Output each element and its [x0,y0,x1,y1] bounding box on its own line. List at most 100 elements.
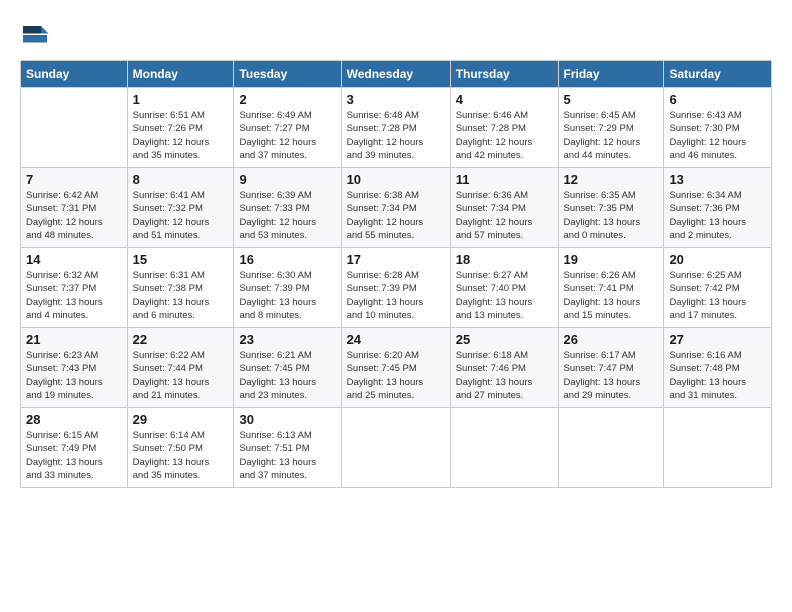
day-number: 20 [669,252,766,267]
calendar-col-header: Tuesday [234,61,341,88]
day-number: 10 [347,172,445,187]
day-info: Sunrise: 6:28 AM Sunset: 7:39 PM Dayligh… [347,269,445,322]
calendar-day-cell: 29Sunrise: 6:14 AM Sunset: 7:50 PM Dayli… [127,408,234,488]
calendar-day-cell: 6Sunrise: 6:43 AM Sunset: 7:30 PM Daylig… [664,88,772,168]
calendar-day-cell: 2 Sunrise: 6:49 AM Sunset: 7:27 PM Daylig… [234,88,341,168]
day-info: Sunrise: 6:48 AM Sunset: 7:28 PM Dayligh… [347,109,445,162]
day-number: 24 [347,332,445,347]
day-number: 22 [133,332,229,347]
calendar-day-cell [341,408,450,488]
calendar-day-cell: 13Sunrise: 6:34 AM Sunset: 7:36 PM Dayli… [664,168,772,248]
calendar-day-cell: 9 Sunrise: 6:39 AM Sunset: 7:33 PM Daylig… [234,168,341,248]
calendar-col-header: Sunday [21,61,128,88]
day-info: Sunrise: 6:35 AM Sunset: 7:35 PM Dayligh… [564,189,659,242]
day-number: 28 [26,412,122,427]
calendar-day-cell: 22 Sunrise: 6:22 AM Sunset: 7:44 PM Dayli… [127,328,234,408]
day-number: 3 [347,92,445,107]
day-info: Sunrise: 6:46 AM Sunset: 7:28 PM Dayligh… [456,109,553,162]
calendar-day-cell: 4 Sunrise: 6:46 AM Sunset: 7:28 PM Daylig… [450,88,558,168]
day-info: Sunrise: 6:13 AM Sunset: 7:51 PM Dayligh… [239,429,335,482]
calendar-day-cell: 15Sunrise: 6:31 AM Sunset: 7:38 PM Dayli… [127,248,234,328]
day-info: Sunrise: 6:25 AM Sunset: 7:42 PM Dayligh… [669,269,766,322]
calendar-day-cell: 5 Sunrise: 6:45 AM Sunset: 7:29 PM Daylig… [558,88,664,168]
day-number: 17 [347,252,445,267]
calendar-week-row: 1 Sunrise: 6:51 AM Sunset: 7:26 PM Daylig… [21,88,772,168]
day-info: Sunrise: 6:20 AM Sunset: 7:45 PM Dayligh… [347,349,445,402]
calendar-week-row: 14 Sunrise: 6:32 AM Sunset: 7:37 PM Dayli… [21,248,772,328]
day-number: 5 [564,92,659,107]
day-info: Sunrise: 6:41 AM Sunset: 7:32 PM Dayligh… [133,189,229,242]
day-info: Sunrise: 6:27 AM Sunset: 7:40 PM Dayligh… [456,269,553,322]
day-number: 23 [239,332,335,347]
day-number: 18 [456,252,553,267]
calendar-table: SundayMondayTuesdayWednesdayThursdayFrid… [20,60,772,488]
calendar-day-cell: 26 Sunrise: 6:17 AM Sunset: 7:47 PM Dayli… [558,328,664,408]
day-number: 11 [456,172,553,187]
calendar-day-cell: 20 Sunrise: 6:25 AM Sunset: 7:42 PM Dayli… [664,248,772,328]
calendar-day-cell [558,408,664,488]
calendar-day-cell: 24 Sunrise: 6:20 AM Sunset: 7:45 PM Dayli… [341,328,450,408]
calendar-body: 1 Sunrise: 6:51 AM Sunset: 7:26 PM Daylig… [21,88,772,488]
day-number: 9 [239,172,335,187]
calendar-day-cell: 21 Sunrise: 6:23 AM Sunset: 7:43 PM Dayli… [21,328,128,408]
calendar-day-cell: 12Sunrise: 6:35 AM Sunset: 7:35 PM Dayli… [558,168,664,248]
day-number: 26 [564,332,659,347]
day-info: Sunrise: 6:30 AM Sunset: 7:39 PM Dayligh… [239,269,335,322]
calendar-day-cell: 3 Sunrise: 6:48 AM Sunset: 7:28 PM Daylig… [341,88,450,168]
day-info: Sunrise: 6:21 AM Sunset: 7:45 PM Dayligh… [239,349,335,402]
day-info: Sunrise: 6:39 AM Sunset: 7:33 PM Dayligh… [239,189,335,242]
day-info: Sunrise: 6:18 AM Sunset: 7:46 PM Dayligh… [456,349,553,402]
page-header [20,20,772,50]
day-number: 8 [133,172,229,187]
day-number: 27 [669,332,766,347]
calendar-day-cell: 16Sunrise: 6:30 AM Sunset: 7:39 PM Dayli… [234,248,341,328]
calendar-week-row: 7 Sunrise: 6:42 AM Sunset: 7:31 PM Daylig… [21,168,772,248]
calendar-day-cell: 11 Sunrise: 6:36 AM Sunset: 7:34 PM Dayli… [450,168,558,248]
day-number: 4 [456,92,553,107]
day-info: Sunrise: 6:51 AM Sunset: 7:26 PM Dayligh… [133,109,229,162]
calendar-day-cell: 23 Sunrise: 6:21 AM Sunset: 7:45 PM Dayli… [234,328,341,408]
calendar-day-cell: 30 Sunrise: 6:13 AM Sunset: 7:51 PM Dayli… [234,408,341,488]
day-info: Sunrise: 6:42 AM Sunset: 7:31 PM Dayligh… [26,189,122,242]
day-number: 7 [26,172,122,187]
day-number: 30 [239,412,335,427]
day-number: 13 [669,172,766,187]
calendar-col-header: Monday [127,61,234,88]
day-number: 2 [239,92,335,107]
calendar-col-header: Saturday [664,61,772,88]
day-info: Sunrise: 6:32 AM Sunset: 7:37 PM Dayligh… [26,269,122,322]
calendar-day-cell: 19Sunrise: 6:26 AM Sunset: 7:41 PM Dayli… [558,248,664,328]
calendar-col-header: Thursday [450,61,558,88]
day-info: Sunrise: 6:31 AM Sunset: 7:38 PM Dayligh… [133,269,229,322]
day-info: Sunrise: 6:43 AM Sunset: 7:30 PM Dayligh… [669,109,766,162]
day-info: Sunrise: 6:45 AM Sunset: 7:29 PM Dayligh… [564,109,659,162]
calendar-day-cell: 14 Sunrise: 6:32 AM Sunset: 7:37 PM Dayli… [21,248,128,328]
day-info: Sunrise: 6:26 AM Sunset: 7:41 PM Dayligh… [564,269,659,322]
day-number: 25 [456,332,553,347]
calendar-col-header: Wednesday [341,61,450,88]
calendar-day-cell [21,88,128,168]
day-number: 29 [133,412,229,427]
calendar-day-cell: 18 Sunrise: 6:27 AM Sunset: 7:40 PM Dayli… [450,248,558,328]
day-info: Sunrise: 6:38 AM Sunset: 7:34 PM Dayligh… [347,189,445,242]
day-info: Sunrise: 6:23 AM Sunset: 7:43 PM Dayligh… [26,349,122,402]
calendar-day-cell: 7 Sunrise: 6:42 AM Sunset: 7:31 PM Daylig… [21,168,128,248]
calendar-day-cell: 10 Sunrise: 6:38 AM Sunset: 7:34 PM Dayli… [341,168,450,248]
calendar-day-cell: 27 Sunrise: 6:16 AM Sunset: 7:48 PM Dayli… [664,328,772,408]
day-number: 1 [133,92,229,107]
calendar-week-row: 28Sunrise: 6:15 AM Sunset: 7:49 PM Dayli… [21,408,772,488]
calendar-day-cell: 1 Sunrise: 6:51 AM Sunset: 7:26 PM Daylig… [127,88,234,168]
day-info: Sunrise: 6:16 AM Sunset: 7:48 PM Dayligh… [669,349,766,402]
day-info: Sunrise: 6:36 AM Sunset: 7:34 PM Dayligh… [456,189,553,242]
day-number: 21 [26,332,122,347]
day-info: Sunrise: 6:17 AM Sunset: 7:47 PM Dayligh… [564,349,659,402]
calendar-day-cell: 25 Sunrise: 6:18 AM Sunset: 7:46 PM Dayli… [450,328,558,408]
day-number: 14 [26,252,122,267]
calendar-day-cell: 28Sunrise: 6:15 AM Sunset: 7:49 PM Dayli… [21,408,128,488]
calendar-day-cell [664,408,772,488]
day-info: Sunrise: 6:22 AM Sunset: 7:44 PM Dayligh… [133,349,229,402]
day-info: Sunrise: 6:49 AM Sunset: 7:27 PM Dayligh… [239,109,335,162]
calendar-week-row: 21 Sunrise: 6:23 AM Sunset: 7:43 PM Dayli… [21,328,772,408]
calendar-day-cell [450,408,558,488]
calendar-header-row: SundayMondayTuesdayWednesdayThursdayFrid… [21,61,772,88]
